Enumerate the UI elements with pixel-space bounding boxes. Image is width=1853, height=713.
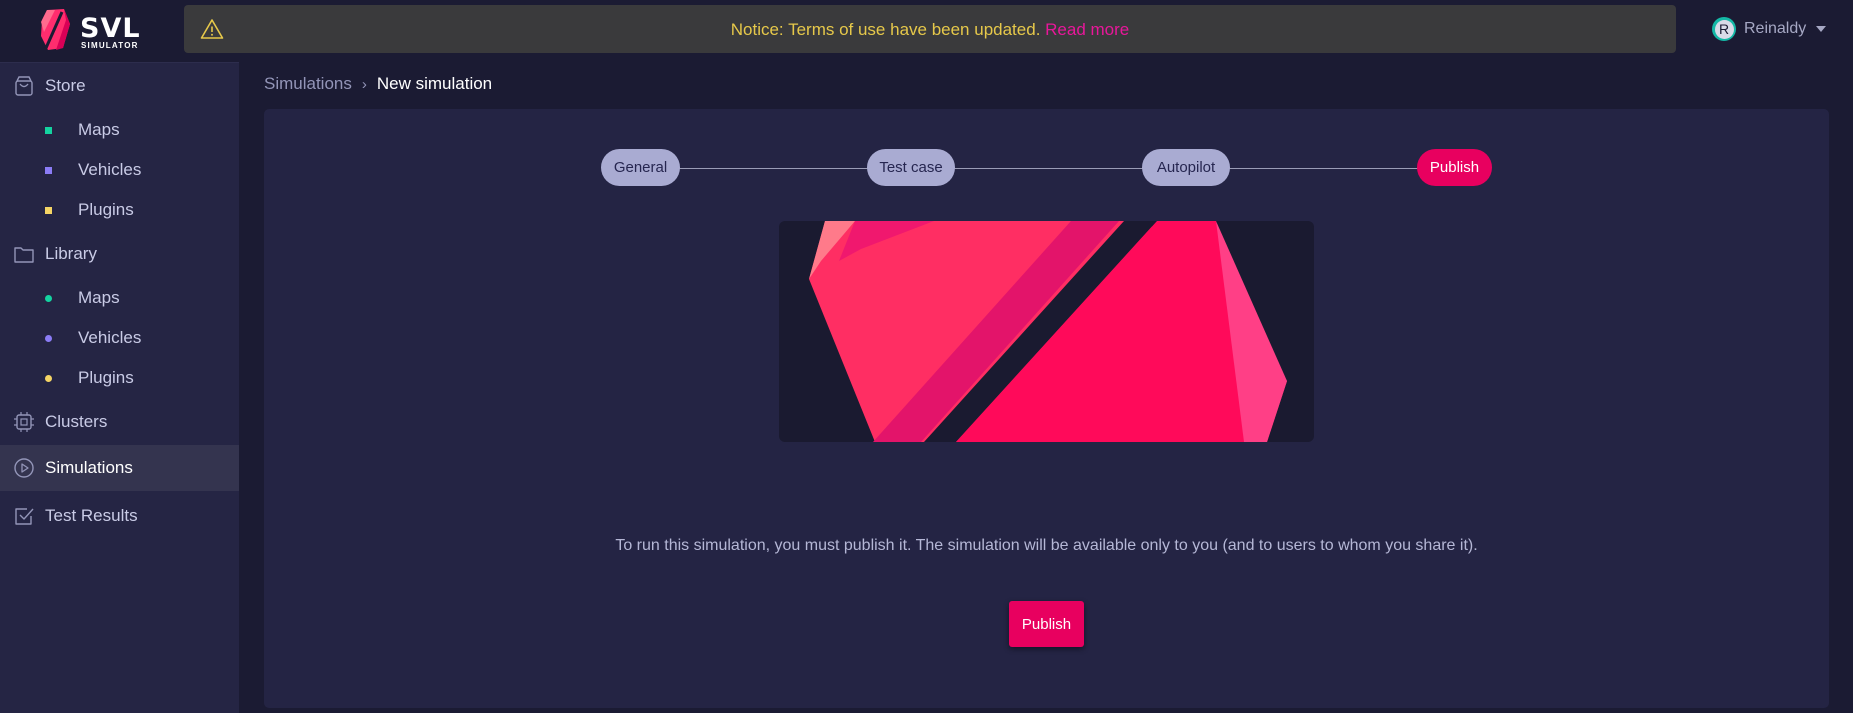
shopping-bag-icon [15, 76, 33, 96]
notice-message: Notice: Terms of use have been updated. … [184, 20, 1676, 40]
step-autopilot[interactable]: Autopilot [1142, 149, 1230, 186]
sidebar-item-test-results[interactable]: Test Results [0, 493, 239, 539]
sidebar-item-library-plugins[interactable]: Plugins [0, 358, 239, 398]
sidebar-item-store[interactable]: Store [0, 63, 239, 109]
caret-down-icon [1816, 26, 1827, 32]
logo-subtitle: SIMULATOR [81, 41, 139, 50]
sidebar-item-library[interactable]: Library [0, 231, 239, 277]
step-general[interactable]: General [601, 149, 680, 186]
svl-logo-graphic [809, 221, 1287, 442]
sidebar-item-label: Simulations [45, 458, 133, 477]
terms-notice-banner: Notice: Terms of use have been updated. … [184, 5, 1676, 53]
sidebar-item-label: Maps [78, 120, 120, 139]
square-marker-icon [45, 127, 52, 134]
publish-description: To run this simulation, you must publish… [615, 537, 1478, 554]
sidebar-item-library-vehicles[interactable]: Vehicles [0, 318, 239, 358]
sidebar-item-label: Library [45, 244, 97, 263]
sidebar-item-label: Plugins [78, 368, 134, 387]
svl-logo[interactable]: SVL SIMULATOR [38, 8, 148, 54]
avatar-initial: R [1714, 19, 1734, 39]
svl-logo-icon [41, 9, 70, 50]
sidebar-item-label: Clusters [45, 412, 108, 431]
stepper-line [660, 168, 1460, 169]
circle-marker-icon [45, 295, 52, 302]
sidebar-item-label: Vehicles [78, 160, 142, 179]
sidebar-item-label: Store [45, 76, 86, 95]
play-circle-icon [14, 458, 34, 478]
sidebar-item-library-maps[interactable]: Maps [0, 278, 239, 318]
logo-text: SVL [80, 13, 141, 44]
sidebar: Store Maps Vehicles Plugins Library Maps… [0, 62, 239, 713]
sidebar-item-simulations[interactable]: Simulations [0, 445, 239, 491]
sidebar-item-label: Maps [78, 288, 120, 307]
publish-button[interactable]: Publish [1009, 601, 1084, 647]
step-test-case[interactable]: Test case [867, 149, 955, 186]
folder-icon [14, 247, 34, 263]
breadcrumb-simulations-link[interactable]: Simulations [264, 74, 352, 94]
top-bar: SVL SIMULATOR Notice: Terms of use have … [0, 0, 1853, 62]
circle-marker-icon [45, 335, 52, 342]
step-publish[interactable]: Publish [1417, 149, 1492, 186]
avatar: R [1712, 17, 1736, 41]
notice-text: Notice: Terms of use have been updated. [730, 20, 1046, 39]
breadcrumb-current: New simulation [376, 74, 493, 93]
chip-icon [14, 412, 34, 432]
sidebar-item-store-vehicles[interactable]: Vehicles [0, 150, 239, 190]
sidebar-item-label: Plugins [78, 200, 134, 219]
read-more-link[interactable]: Read more [1045, 20, 1129, 39]
sidebar-item-label: Test Results [45, 506, 138, 525]
sidebar-item-clusters[interactable]: Clusters [0, 399, 239, 445]
square-marker-icon [45, 207, 52, 214]
sidebar-item-label: Vehicles [78, 328, 142, 347]
breadcrumb: Simulations › New simulation [264, 74, 492, 94]
sidebar-item-store-plugins[interactable]: Plugins [0, 190, 239, 230]
user-name: Reinaldy [1744, 20, 1807, 37]
circle-marker-icon [45, 375, 52, 382]
square-marker-icon [45, 167, 52, 174]
svl-hero-graphic [779, 221, 1314, 442]
sidebar-item-store-maps[interactable]: Maps [0, 110, 239, 150]
check-square-icon [15, 508, 34, 525]
breadcrumb-separator: › [361, 75, 367, 93]
user-menu[interactable]: R Reinaldy [1712, 16, 1827, 42]
